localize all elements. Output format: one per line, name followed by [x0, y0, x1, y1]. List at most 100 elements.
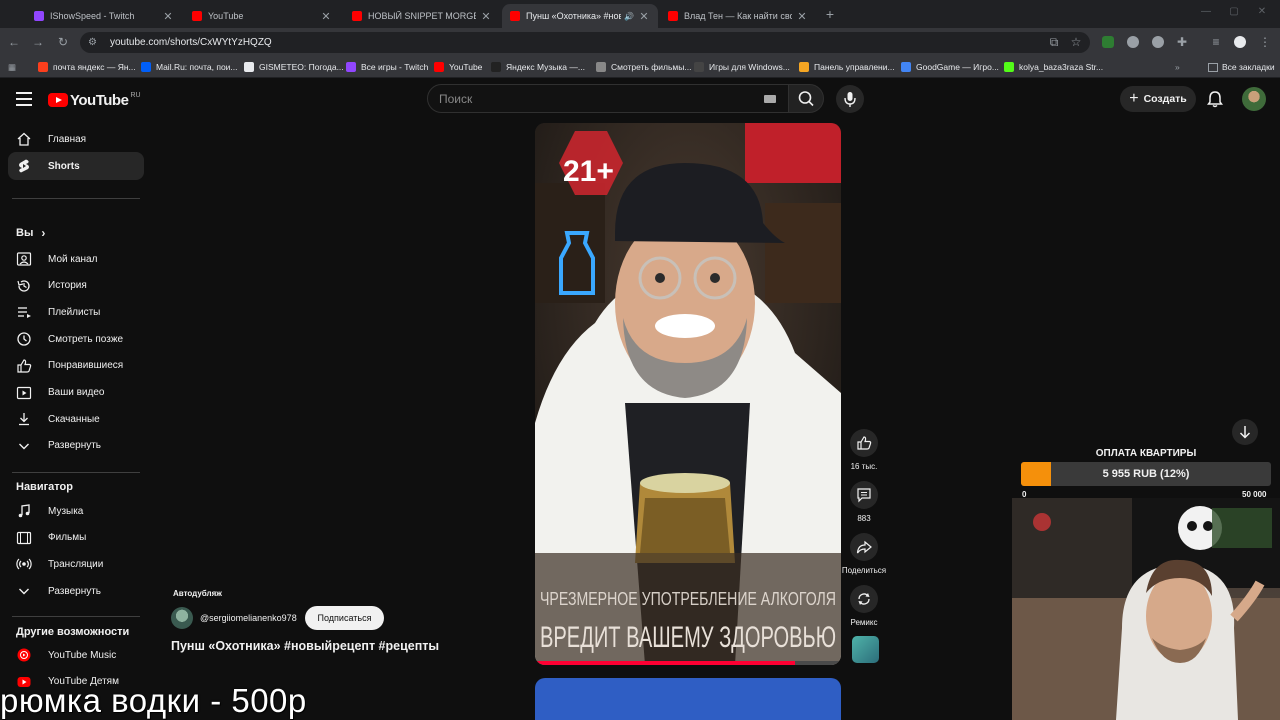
sidebar-item-label: Развернуть — [48, 440, 102, 452]
channel-thumbnail[interactable] — [852, 636, 879, 663]
remix-action[interactable]: Ремикс — [848, 585, 880, 627]
sidebar-item[interactable]: История — [8, 272, 144, 300]
bookmark-item[interactable]: YouTube — [434, 61, 482, 73]
sidebar-item[interactable]: Фильмы — [8, 524, 144, 552]
sidebar-item[interactable]: Главная — [8, 125, 144, 153]
tab-close-icon[interactable]: ✕ — [320, 10, 332, 23]
extension-icon[interactable] — [1152, 36, 1164, 48]
like-action[interactable]: 16 тыс. — [848, 429, 880, 471]
bookmark-item[interactable]: Все игры - Twitch — [346, 61, 428, 73]
notifications-bell-icon[interactable] — [1205, 89, 1225, 109]
profile-icon[interactable] — [1234, 36, 1246, 48]
tab-favicon-icon — [668, 11, 678, 21]
tab-audio-icon[interactable]: 🔊 — [624, 12, 634, 21]
browser-tab[interactable]: Пунш «Охотника» #новый🔊 ✕ — [502, 4, 658, 28]
short-title[interactable]: Пунш «Охотника» #новыйрецепт #рецепты — [171, 639, 439, 653]
next-short-preview[interactable] — [535, 678, 841, 720]
apps-grid-icon[interactable]: ▦ — [8, 61, 16, 73]
all-bookmarks-button[interactable]: Все закладки — [1208, 61, 1275, 73]
youtube-region-label: RU — [130, 91, 141, 99]
bookmark-item[interactable]: Mail.Ru: почта, пои... — [141, 61, 238, 73]
sidebar-item[interactable]: Музыка — [8, 497, 144, 525]
create-button[interactable]: + Создать — [1120, 86, 1196, 112]
close-window-button[interactable]: ✕ — [1252, 6, 1272, 17]
install-app-icon[interactable]: ⧉ — [1046, 34, 1062, 50]
home-icon — [16, 131, 32, 147]
comment-button[interactable] — [850, 481, 878, 509]
short-video-player[interactable]: 21+ ЧРЕЗМЕРНОЕ УПОТРЕБЛЕНИЕ АЛКОГОЛЯ ВРЕ… — [535, 123, 841, 665]
address-bar[interactable]: ⚙ youtube.com/shorts/CxWYtYzHQZQ — [80, 32, 1090, 53]
sidebar-item[interactable]: Shorts — [8, 152, 144, 180]
bookmark-item[interactable]: kolya_baza3raza Str... — [1004, 61, 1103, 73]
new-tab-button[interactable]: + — [822, 6, 838, 22]
bookmarks-more-button[interactable]: » — [1175, 61, 1180, 73]
comment-action[interactable]: 883 — [848, 481, 880, 523]
tab-close-icon[interactable]: ✕ — [796, 10, 808, 23]
plus-icon: + — [1129, 90, 1139, 107]
sidebar-item[interactable]: Развернуть — [8, 432, 144, 460]
channel-avatar[interactable] — [171, 607, 193, 629]
channel-name[interactable]: @sergiiomelianenko978 — [200, 613, 297, 623]
extension-icon[interactable] — [1102, 36, 1114, 48]
search-button[interactable] — [788, 84, 824, 113]
like-button[interactable] — [850, 429, 878, 457]
live-icon — [16, 556, 32, 572]
browser-tab[interactable]: НОВЫЙ SNIPPET MORGENSHT ✕ — [344, 4, 500, 28]
voice-search-button[interactable] — [836, 85, 864, 113]
keyboard-icon[interactable] — [764, 95, 776, 103]
bookmark-item[interactable]: Игры для Windows... — [694, 61, 790, 73]
youtube-logo[interactable]: YouTube RU — [48, 90, 141, 110]
sidebar-item[interactable]: Развернуть — [8, 577, 144, 605]
extensions-puzzle-icon[interactable]: ✚ — [1174, 34, 1190, 50]
next-short-button[interactable] — [1232, 419, 1258, 445]
media-controls-icon[interactable]: ≡ — [1208, 34, 1224, 50]
tab-label: НОВЫЙ SNIPPET MORGENSHT — [368, 11, 476, 21]
sidebar-item[interactable]: Трансляции — [8, 550, 144, 578]
forward-button[interactable]: → — [30, 34, 46, 50]
menu-kebab-icon[interactable]: ⋮ — [1257, 34, 1273, 50]
sidebar-more-header: Другие возможности — [16, 626, 130, 638]
bookmark-item[interactable]: Яндекс Музыка —... — [491, 61, 585, 73]
account-avatar[interactable] — [1242, 87, 1266, 111]
browser-tab[interactable]: Влад Тен — Как найти свой п ✕ — [660, 4, 816, 28]
search-icon — [798, 91, 814, 107]
back-button[interactable]: ← — [6, 34, 22, 50]
tab-close-icon[interactable]: ✕ — [638, 10, 650, 23]
bookmark-item[interactable]: GISMETEO: Погода... — [244, 61, 344, 73]
sidebar-item[interactable]: Понравившиеся — [8, 352, 144, 380]
minimize-button[interactable]: — — [1196, 6, 1216, 17]
reload-button[interactable]: ↻ — [55, 34, 71, 50]
bookmark-star-icon[interactable]: ☆ — [1068, 34, 1084, 50]
sidebar-item-label: Музыка — [48, 505, 84, 517]
bookmark-item[interactable]: GoodGame — Игро... — [901, 61, 999, 73]
menu-hamburger-icon[interactable] — [16, 92, 32, 106]
bookmark-item[interactable]: Смотреть фильмы... — [596, 61, 691, 73]
sidebar-item[interactable]: Скачанные — [8, 405, 144, 433]
warning-line-1: ЧРЕЗМЕРНОЕ УПОТРЕБЛЕНИЕ АЛКОГОЛЯ — [540, 589, 836, 609]
sidebar-divider — [12, 198, 140, 199]
search-input[interactable] — [439, 91, 759, 106]
sidebar-you-header[interactable]: Вы › — [16, 226, 45, 240]
tab-close-icon[interactable]: ✕ — [480, 10, 492, 23]
bookmark-item[interactable]: Панель управлени... — [799, 61, 895, 73]
bookmark-item[interactable]: почта яндекс — Ян... — [38, 61, 136, 73]
sidebar-item[interactable]: Плейлисты — [8, 298, 144, 326]
youtube-header: YouTube RU + Создать — [0, 78, 1280, 122]
tab-close-icon[interactable]: ✕ — [162, 10, 174, 23]
subscribe-button[interactable]: Подписаться — [305, 606, 384, 630]
sidebar-item[interactable]: Смотреть позже — [8, 325, 144, 353]
browser-tab[interactable]: IShowSpeed - Twitch ✕ — [26, 4, 182, 28]
youtube-music-icon — [16, 647, 32, 663]
sidebar-item[interactable]: Ваши видео — [8, 379, 144, 407]
site-info-icon[interactable]: ⚙ — [88, 37, 100, 49]
sidebar-item[interactable]: Мой канал — [8, 245, 144, 273]
browser-tab[interactable]: YouTube ✕ — [184, 4, 340, 28]
tab-favicon-icon — [34, 11, 44, 21]
extension-icon[interactable] — [1127, 36, 1139, 48]
share-button[interactable] — [850, 533, 878, 561]
maximize-button[interactable]: ▢ — [1224, 6, 1244, 17]
share-action[interactable]: Поделиться — [842, 533, 886, 575]
sidebar-item[interactable]: YouTube Music — [8, 641, 144, 669]
shorts-icon — [16, 158, 32, 174]
remix-button[interactable] — [850, 585, 878, 613]
